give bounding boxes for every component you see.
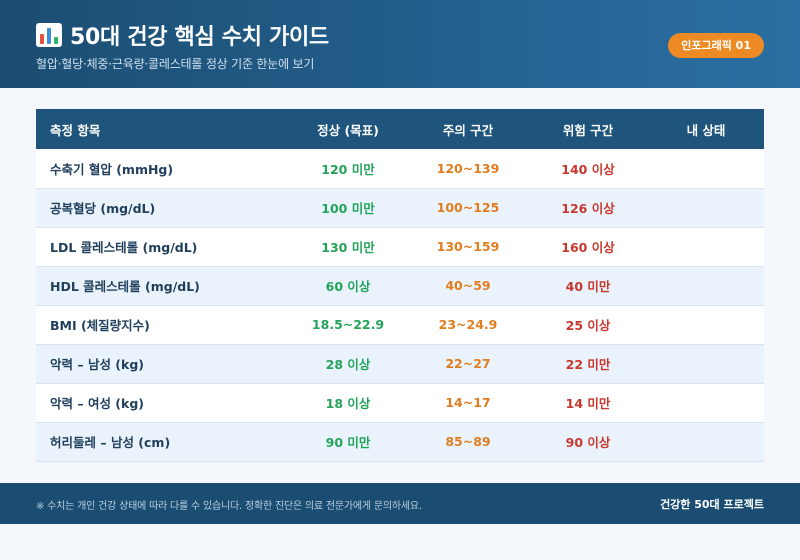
my-status-cell [648,422,764,461]
health-metrics-table: 측정 항목 정상 (목표) 주의 구간 위험 구간 내 상태 수축기 혈압 (m… [36,109,764,462]
danger-range: 22 미만 [565,357,611,372]
normal-range: 60 이상 [325,279,371,294]
metric-name: HDL 콜레스테롤 (mg/dL) [50,279,200,294]
danger-range: 40 미만 [565,279,611,294]
metric-name: LDL 콜레스테롤 (mg/dL) [50,240,198,255]
metric-name: 공복혈당 (mg/dL) [50,201,156,216]
caution-range: 130~159 [436,239,500,254]
column-header-danger: 위험 구간 [562,122,614,138]
column-header-my-status: 내 상태 [686,122,726,138]
infographic-badge: 인포그래픽 01 [668,33,764,58]
my-status-cell [648,266,764,305]
footer-brand: 건강한 50대 프로젝트 [660,498,764,511]
metric-name: 악력 – 남성 (kg) [50,357,144,372]
my-status-cell [648,305,764,344]
danger-range: 90 이상 [565,435,611,450]
normal-range: 18 이상 [325,396,371,411]
table-row: 수축기 혈압 (mmHg) 120 미만 120~139 140 이상 [36,149,764,188]
bar-chart-icon [36,23,62,47]
danger-range: 25 이상 [565,318,611,333]
infographic-page: 50대 건강 핵심 수치 가이드 혈압·혈당·체중·근육량·콜레스테롤 정상 기… [0,0,800,560]
table-row: 악력 – 여성 (kg) 18 이상 14~17 14 미만 [36,383,764,422]
normal-range: 28 이상 [325,357,371,372]
my-status-cell [648,227,764,266]
caution-range: 40~59 [445,278,491,293]
page-title: 50대 건강 핵심 수치 가이드 [70,25,329,50]
metric-name: 허리둘레 – 남성 (cm) [50,435,171,450]
table-row: 악력 – 남성 (kg) 28 이상 22~27 22 미만 [36,344,764,383]
health-metrics-table-wrap: 측정 항목 정상 (목표) 주의 구간 위험 구간 내 상태 수축기 혈압 (m… [36,109,764,462]
table-row: 허리둘레 – 남성 (cm) 90 미만 85~89 90 이상 [36,422,764,461]
caution-range: 85~89 [445,434,491,449]
danger-range: 140 이상 [561,161,615,177]
danger-range: 160 이상 [561,240,615,255]
metric-name: BMI (체질량지수) [50,318,150,333]
footer-note: ※ 수치는 개인 건강 상태에 따라 다를 수 있습니다. 정확한 진단은 의료… [36,501,422,512]
normal-range: 130 미만 [321,240,375,255]
table-row: BMI (체질량지수) 18.5~22.9 23~24.9 25 이상 [36,305,764,344]
normal-range: 90 미만 [325,435,371,450]
normal-range: 100 미만 [321,201,375,216]
my-status-cell [648,383,764,422]
my-status-cell [648,344,764,383]
my-status-cell [648,188,764,227]
page-header: 50대 건강 핵심 수치 가이드 혈압·혈당·체중·근육량·콜레스테롤 정상 기… [0,0,800,88]
title-row: 50대 건강 핵심 수치 가이드 [36,20,329,50]
page-footer: ※ 수치는 개인 건강 상태에 따라 다를 수 있습니다. 정확한 진단은 의료… [0,483,800,524]
caution-range: 14~17 [445,395,491,410]
column-header-item: 측정 항목 [50,122,101,138]
danger-range: 14 미만 [565,396,611,411]
column-header-caution: 주의 구간 [442,122,494,138]
metric-name: 수축기 혈압 (mmHg) [50,161,174,177]
table-row: 공복혈당 (mg/dL) 100 미만 100~125 126 이상 [36,188,764,227]
normal-range: 18.5~22.9 [311,317,385,332]
caution-range: 23~24.9 [438,317,498,332]
table-header-row: 측정 항목 정상 (목표) 주의 구간 위험 구간 내 상태 [36,109,764,149]
column-header-normal: 정상 (목표) [317,122,379,138]
normal-range: 120 미만 [321,161,375,177]
metric-name: 악력 – 여성 (kg) [50,396,144,411]
danger-range: 126 이상 [561,201,615,216]
my-status-cell [648,149,764,188]
page-subtitle: 혈압·혈당·체중·근육량·콜레스테롤 정상 기준 한눈에 보기 [36,57,315,71]
table-row: HDL 콜레스테롤 (mg/dL) 60 이상 40~59 40 미만 [36,266,764,305]
caution-range: 100~125 [436,200,500,215]
caution-range: 120~139 [436,160,500,176]
table-row: LDL 콜레스테롤 (mg/dL) 130 미만 130~159 160 이상 [36,227,764,266]
table-body: 수축기 혈압 (mmHg) 120 미만 120~139 140 이상공복혈당 (mg… [36,149,764,461]
caution-range: 22~27 [445,356,491,371]
